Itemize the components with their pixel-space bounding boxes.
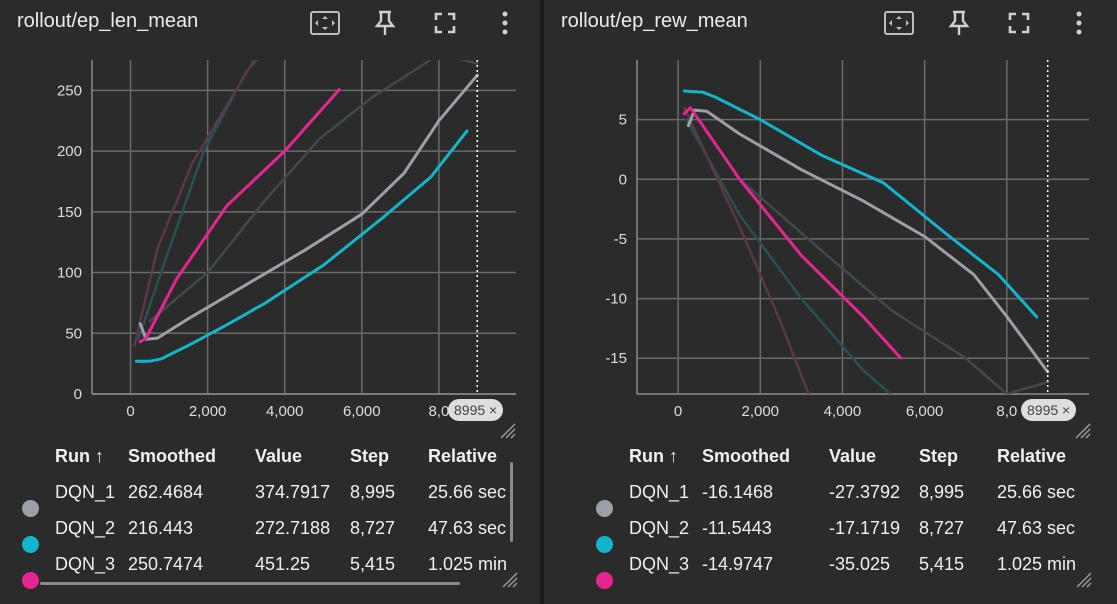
line-chart-ep-len-mean[interactable]: 0 2,000 4,000 6,000 8,0 0 50 100 150 200 250 [0, 0, 540, 440]
run-name: DQN_1 [55, 482, 116, 502]
y-tick-label: -10 [605, 291, 627, 308]
column-header[interactable]: Relative [428, 446, 497, 467]
table-cell: 47.63 sec [428, 518, 507, 538]
resize-grip-icon[interactable] [498, 421, 516, 439]
panel-ep-len-mean: rollout/ep_len_mean 0 2,000 4,000 6,000 8,0 0… [0, 0, 540, 604]
series-line-dqn_1-raw[interactable] [689, 106, 1049, 394]
x-tick-label: 2,000 [741, 403, 779, 420]
table-cell: 25.66 sec [997, 482, 1076, 502]
table-cell: 1.025 min [997, 554, 1077, 574]
column-header[interactable]: Step [919, 446, 958, 467]
table-cell: 216.443 [128, 518, 194, 538]
run-name: DQN_2 [629, 518, 690, 538]
run-color-dot[interactable] [596, 572, 613, 589]
x-tick-label: 4,000 [824, 403, 862, 420]
table-cell: 451.25 [255, 554, 311, 574]
run-color-dot[interactable] [22, 572, 39, 589]
series-line-dqn_1-raw[interactable] [148, 54, 479, 323]
table-cell: 8,995 [350, 482, 396, 502]
run-name: DQN_1 [629, 482, 690, 502]
y-tick-label: 250 [57, 82, 82, 99]
series-line-dqn_3-raw[interactable] [133, 54, 257, 347]
column-header[interactable]: Run ↑ [55, 446, 104, 467]
column-header[interactable]: Value [255, 446, 302, 467]
table-cell: 47.63 sec [997, 518, 1076, 538]
y-tick-label: -5 [614, 231, 627, 248]
run-name: DQN_3 [629, 554, 690, 574]
table-cell: -35.025 [829, 554, 891, 574]
table-cell: 374.7917 [255, 482, 331, 502]
resize-grip-icon[interactable] [1073, 421, 1091, 439]
table-cell: -17.1719 [829, 518, 901, 538]
run-color-dot[interactable] [596, 536, 613, 553]
x-tick-label: 0 [126, 403, 134, 420]
x-tick-label: 6,000 [343, 403, 381, 420]
horizontal-scrollbar[interactable] [40, 582, 460, 585]
series-line-dqn_2-raw[interactable] [137, 54, 261, 341]
y-tick-label: 0 [619, 171, 627, 188]
run-name: DQN_2 [55, 518, 116, 538]
x-tick-label: 6,000 [906, 403, 944, 420]
vertical-scrollbar[interactable] [510, 462, 513, 542]
series-line-dqn_1-smoothed[interactable] [686, 108, 1050, 374]
run-color-dot[interactable] [22, 536, 39, 553]
run-name: DQN_3 [55, 554, 116, 574]
y-tick-label: 0 [74, 386, 82, 403]
table-cell: -27.3792 [829, 482, 901, 502]
y-tick-label: 200 [57, 143, 82, 160]
table-cell: 5,415 [350, 554, 396, 574]
x-tick-label: 2,000 [189, 403, 227, 420]
y-tick-label: 50 [65, 325, 82, 342]
grid [92, 60, 516, 395]
table-cell: 8,995 [919, 482, 965, 502]
table-cell: 272.7188 [255, 518, 331, 538]
panel-ep-rew-mean: rollout/ep_rew_mean 0 2,000 4,000 6,000 8,0 5… [544, 0, 1117, 604]
table-cell: 250.7474 [128, 554, 204, 574]
table-cell: -14.9747 [702, 554, 774, 574]
run-color-dot[interactable] [22, 500, 39, 517]
x-tick-label: 8,0 [428, 403, 449, 420]
column-header[interactable]: Step [350, 446, 389, 467]
x-tick-label: 0 [674, 403, 682, 420]
table-resize-grip-icon[interactable] [1074, 570, 1092, 588]
run-color-dot[interactable] [596, 500, 613, 517]
column-header[interactable]: Run ↑ [629, 446, 678, 467]
table-cell: 1.025 min [428, 554, 508, 574]
column-header[interactable]: Value [829, 446, 876, 467]
line-chart-ep-rew-mean[interactable]: 0 2,000 4,000 6,000 8,0 5 0 -5 -10 -15 [544, 0, 1117, 440]
y-tick-label: -15 [605, 350, 627, 367]
y-tick-label: 150 [57, 204, 82, 221]
series-line-dqn_3-smoothed[interactable] [682, 106, 903, 360]
column-header[interactable]: Relative [997, 446, 1066, 467]
series-line-dqn_2-smoothed[interactable] [134, 129, 469, 363]
table-cell: -16.1468 [702, 482, 774, 502]
x-tick-label: 8,0 [996, 403, 1017, 420]
table-cell: 8,727 [350, 518, 396, 538]
step-cursor-chip[interactable]: 8995 × [448, 399, 504, 421]
table-cell: 25.66 sec [428, 482, 507, 502]
table-cell: 8,727 [919, 518, 965, 538]
x-tick-label: 4,000 [266, 403, 304, 420]
table-cell: -11.5443 [702, 518, 772, 538]
y-tick-label: 100 [57, 265, 82, 282]
column-header[interactable]: Smoothed [128, 446, 216, 467]
table-resize-grip-icon[interactable] [500, 570, 518, 588]
series-line-dqn_1-smoothed[interactable] [138, 73, 479, 341]
table-cell: 5,415 [919, 554, 965, 574]
column-header[interactable]: Smoothed [702, 446, 790, 467]
y-tick-label: 5 [619, 112, 627, 129]
step-cursor-chip[interactable]: 8995 × [1021, 399, 1077, 421]
table-cell: 262.4684 [128, 482, 204, 502]
